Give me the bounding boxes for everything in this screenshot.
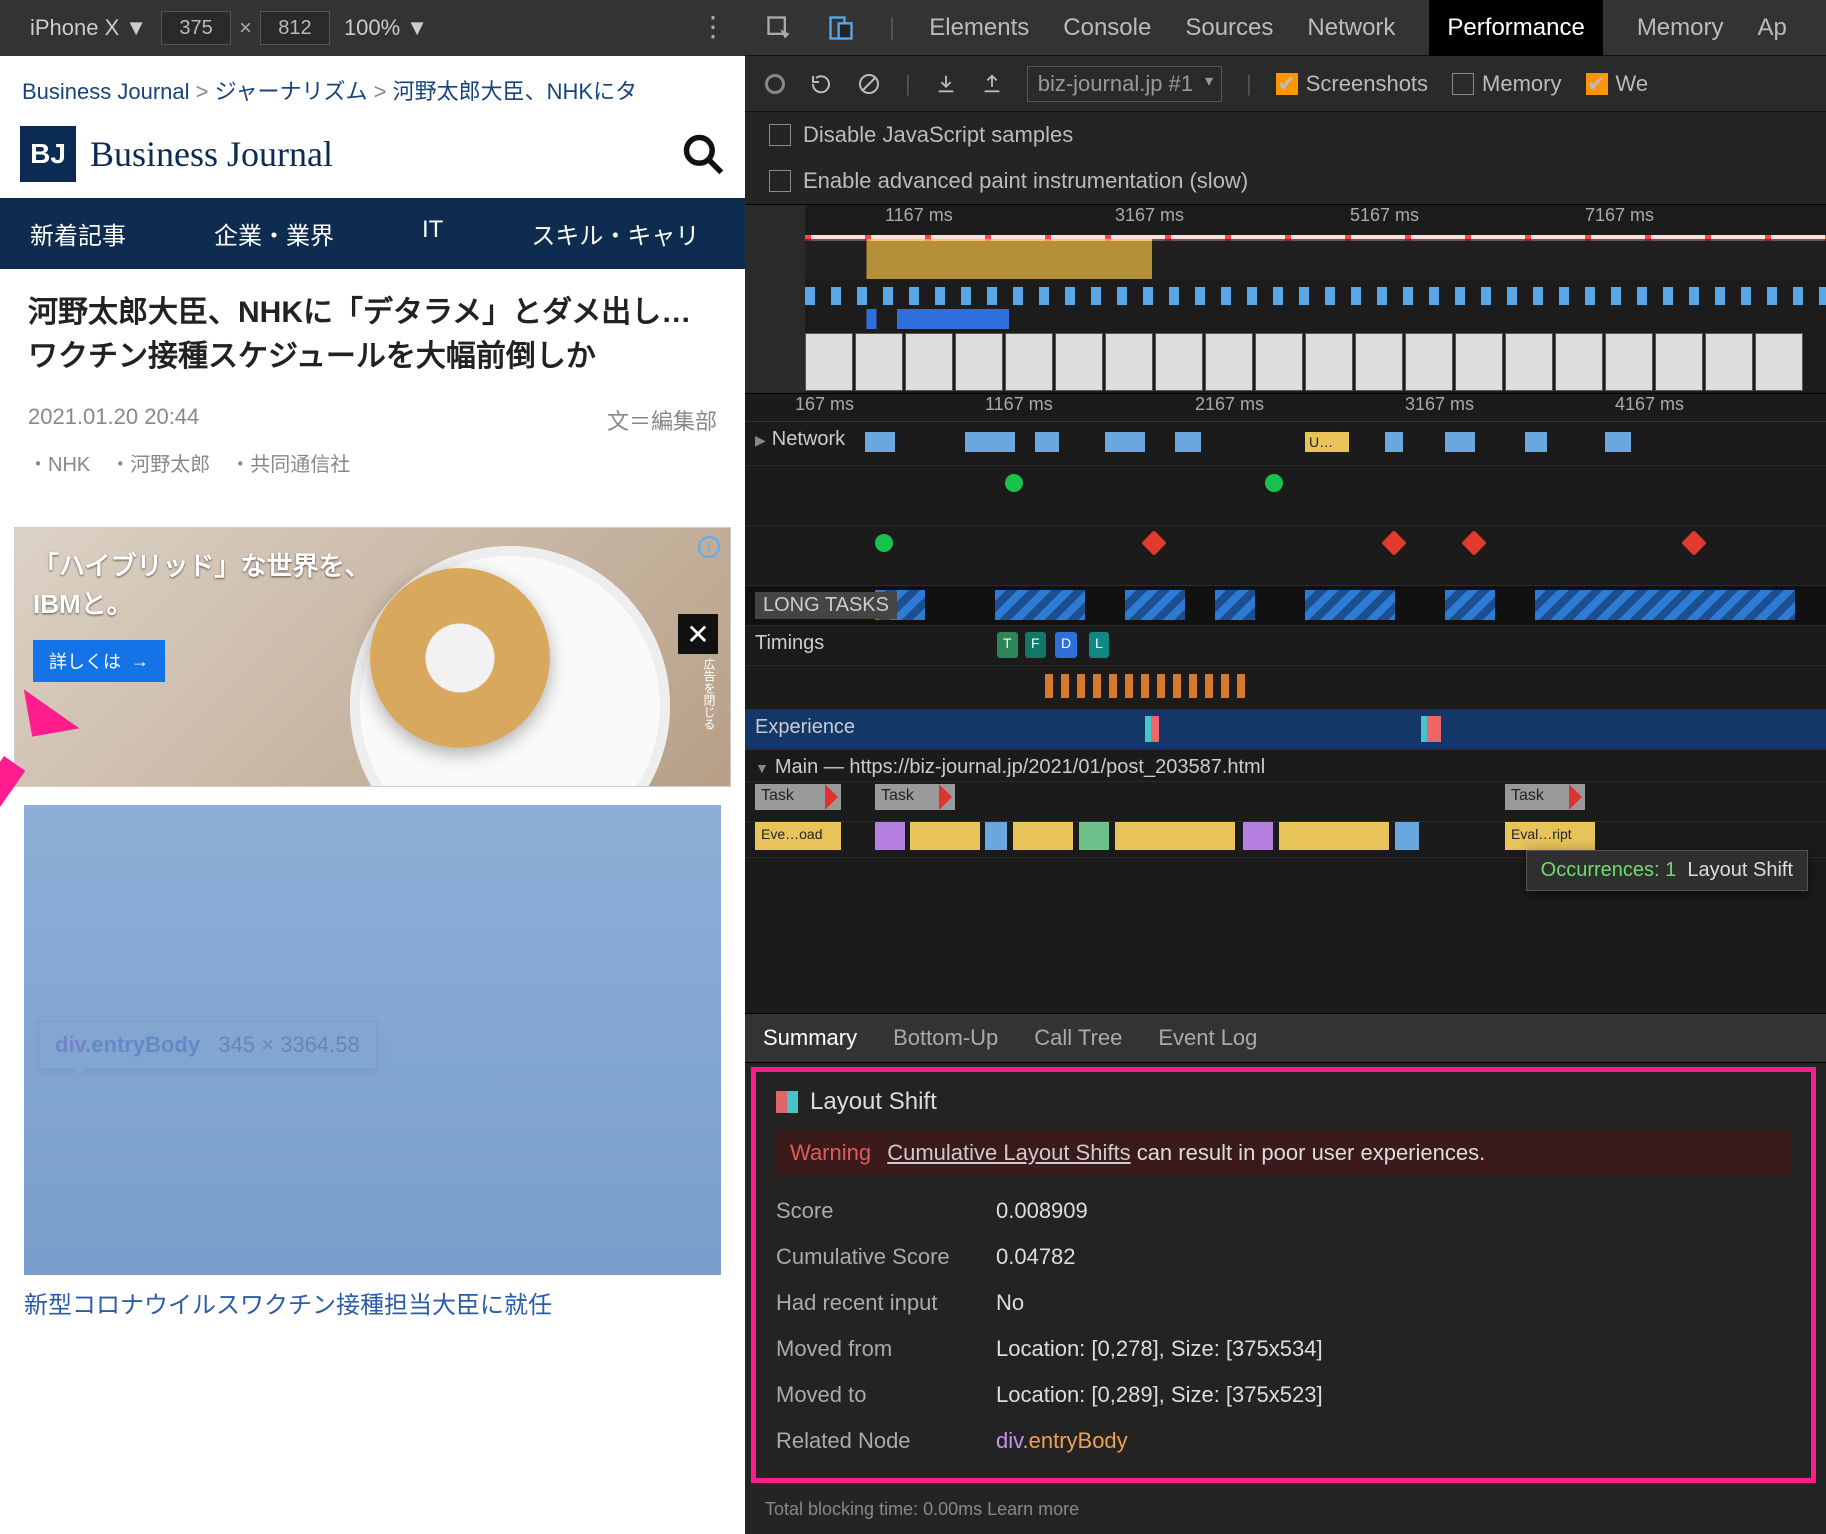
viewport-height-input[interactable] xyxy=(260,11,330,45)
dtab-calltree[interactable]: Call Tree xyxy=(1034,1025,1122,1051)
device-select[interactable]: iPhone X ▼ xyxy=(30,15,147,41)
breadcrumb-page: 河野太郎大臣、NHKにタ xyxy=(393,79,637,104)
record-icon[interactable] xyxy=(765,74,785,94)
tab-application[interactable]: Ap xyxy=(1757,14,1786,42)
related-node-link[interactable]: div.entryBody xyxy=(996,1428,1791,1454)
tab-network[interactable]: Network xyxy=(1307,14,1395,42)
article-title: 河野太郎大臣、NHKに「デタラメ」とダメ出し…ワクチン接種スケジュールを大幅前倒… xyxy=(28,291,717,378)
breadcrumb: Business Journal > ジャーナリズム > 河野太郎大臣、NHKに… xyxy=(0,56,745,120)
devtools-tabbar: | Elements Console Sources Network Perfo… xyxy=(745,0,1826,56)
tab-memory[interactable]: Memory xyxy=(1637,14,1724,42)
footer-cutoff-text: Total blocking time: 0.00ms Learn more xyxy=(745,1493,1826,1534)
article-hero-image xyxy=(24,805,721,1275)
row-timings: Timings T F D L xyxy=(745,626,1826,666)
screenshots-checkbox[interactable]: ✔Screenshots xyxy=(1276,71,1428,97)
row-timings-bars xyxy=(745,666,1826,710)
breadcrumb-cat[interactable]: ジャーナリズム xyxy=(215,79,368,104)
cls-help-link[interactable]: Cumulative Layout Shifts xyxy=(887,1140,1130,1165)
viewport-width-input[interactable] xyxy=(161,11,231,45)
row-frames-2 xyxy=(745,526,1826,586)
device-toolbar: iPhone X ▼ × 100% ▼ ⋮ xyxy=(0,0,745,56)
tab-skill[interactable]: スキル・キャリ xyxy=(517,198,713,269)
flame-chart[interactable]: 167 ms 1167 ms 2167 ms 3167 ms 4167 ms ▶… xyxy=(745,394,1826,1013)
brand-name[interactable]: Business Journal xyxy=(90,133,333,175)
webvitals-checkbox[interactable]: ✔We xyxy=(1586,71,1649,97)
row-network[interactable]: ▶Network U… xyxy=(745,422,1826,466)
zoom-select[interactable]: 100% ▼ xyxy=(344,15,428,41)
breadcrumb-root[interactable]: Business Journal xyxy=(22,79,190,104)
ad-info-icon[interactable]: i xyxy=(698,536,720,558)
nav-tabs: 新着記事 企業・業界 IT スキル・キャリ xyxy=(0,198,745,269)
clear-icon[interactable] xyxy=(857,72,881,96)
overview-heap xyxy=(805,309,1826,329)
row-tasks: Task Task Task xyxy=(745,782,1826,822)
ad-headline-1: 「ハイブリッド」な世界を、 xyxy=(33,546,370,583)
row-frames-1 xyxy=(745,466,1826,526)
dtab-bottomup[interactable]: Bottom-Up xyxy=(893,1025,998,1051)
tab-performance[interactable]: Performance xyxy=(1429,0,1602,56)
tab-biz[interactable]: 企業・業界 xyxy=(200,198,348,269)
brand-bar: BJ Business Journal xyxy=(0,120,745,198)
viewport-dimensions: × xyxy=(161,11,330,45)
inspect-element-icon[interactable] xyxy=(765,14,793,42)
tab-sources[interactable]: Sources xyxy=(1185,14,1273,42)
perf-overview[interactable]: 1167 ms 3167 ms 5167 ms 7167 ms xyxy=(745,204,1826,394)
tab-it[interactable]: IT xyxy=(408,198,457,269)
times-icon: × xyxy=(239,15,252,41)
detail-tabs: Summary Bottom-Up Call Tree Event Log xyxy=(745,1013,1826,1063)
ad-cta-button[interactable]: 詳しくは→ xyxy=(33,640,165,682)
dtab-summary[interactable]: Summary xyxy=(763,1025,857,1051)
article-datetime: 2021.01.20 20:44 xyxy=(28,404,199,436)
search-icon[interactable] xyxy=(681,132,725,176)
profile-select[interactable]: biz-journal.jp #1 xyxy=(1027,66,1222,102)
more-options-icon[interactable]: ⋮ xyxy=(699,10,727,43)
save-profile-icon[interactable] xyxy=(981,73,1003,95)
layout-shift-tooltip: Occurrences: 1 Layout Shift xyxy=(1526,850,1808,891)
memory-checkbox[interactable]: Memory xyxy=(1452,71,1561,97)
tab-new[interactable]: 新着記事 xyxy=(0,198,140,269)
layout-shift-marker[interactable] xyxy=(1145,716,1159,742)
layout-shift-swatch-icon xyxy=(776,1091,798,1113)
ad-headline-2: IBMと。 xyxy=(33,584,133,621)
detail-title: Layout Shift xyxy=(776,1088,1791,1116)
chevron-down-icon: ▼ xyxy=(406,15,428,41)
device-toggle-icon[interactable] xyxy=(827,14,855,42)
ad-close-icon[interactable]: ✕ xyxy=(678,614,718,654)
row-main-label: ▼Main — https://biz-journal.jp/2021/01/p… xyxy=(745,750,1826,782)
opt-paint-instrumentation[interactable]: Enable advanced paint instrumentation (s… xyxy=(745,158,1826,204)
arrow-right-icon: → xyxy=(131,651,149,672)
detail-warning: Warning Cumulative Layout Shifts can res… xyxy=(776,1130,1791,1176)
devtools-pane: | Elements Console Sources Network Perfo… xyxy=(745,0,1826,1534)
layout-shift-marker[interactable] xyxy=(1421,716,1441,742)
flame-ruler: 167 ms 1167 ms 2167 ms 3167 ms 4167 ms xyxy=(745,394,1826,422)
overview-cpu xyxy=(805,239,1826,279)
load-profile-icon[interactable] xyxy=(935,73,957,95)
opt-disable-js[interactable]: Disable JavaScript samples xyxy=(745,112,1826,158)
ad-donut-graphic xyxy=(370,568,550,748)
layout-shift-detail: Layout Shift Warning Cumulative Layout S… xyxy=(751,1067,1816,1483)
tab-elements[interactable]: Elements xyxy=(929,14,1029,42)
article: 河野太郎大臣、NHKに「デタラメ」とダメ出し…ワクチン接種スケジュールを大幅前倒… xyxy=(0,269,745,499)
overview-screenshots xyxy=(805,333,1826,391)
mobile-preview-pane: iPhone X ▼ × 100% ▼ ⋮ Business Journal >… xyxy=(0,0,745,1534)
article-tags: ・NHK ・河野太郎 ・共同通信社 xyxy=(28,448,717,477)
reload-record-icon[interactable] xyxy=(809,72,833,96)
ad-close-label: 広告を閉じる xyxy=(701,658,718,730)
overview-net xyxy=(805,287,1826,305)
article-byline: 文＝編集部 xyxy=(607,404,717,436)
mobile-frame: Business Journal > ジャーナリズム > 河野太郎大臣、NHKに… xyxy=(0,56,745,1534)
dtab-eventlog[interactable]: Event Log xyxy=(1158,1025,1257,1051)
tab-console[interactable]: Console xyxy=(1063,14,1151,42)
row-long-tasks: LONG TASKS xyxy=(745,586,1826,626)
ad-banner[interactable]: 「ハイブリッド」な世界を、 IBMと。 詳しくは→ i ✕ 広告を閉じる xyxy=(14,527,731,787)
brand-badge[interactable]: BJ xyxy=(20,126,76,182)
chevron-down-icon: ▼ xyxy=(125,15,147,41)
row-experience[interactable]: Experience xyxy=(745,710,1826,750)
hero-caption: 新型コロナウイルスワクチン接種担当大臣に就任 xyxy=(0,1275,745,1330)
perf-toolbar: | biz-journal.jp #1 | ✔Screenshots Memor… xyxy=(745,56,1826,112)
